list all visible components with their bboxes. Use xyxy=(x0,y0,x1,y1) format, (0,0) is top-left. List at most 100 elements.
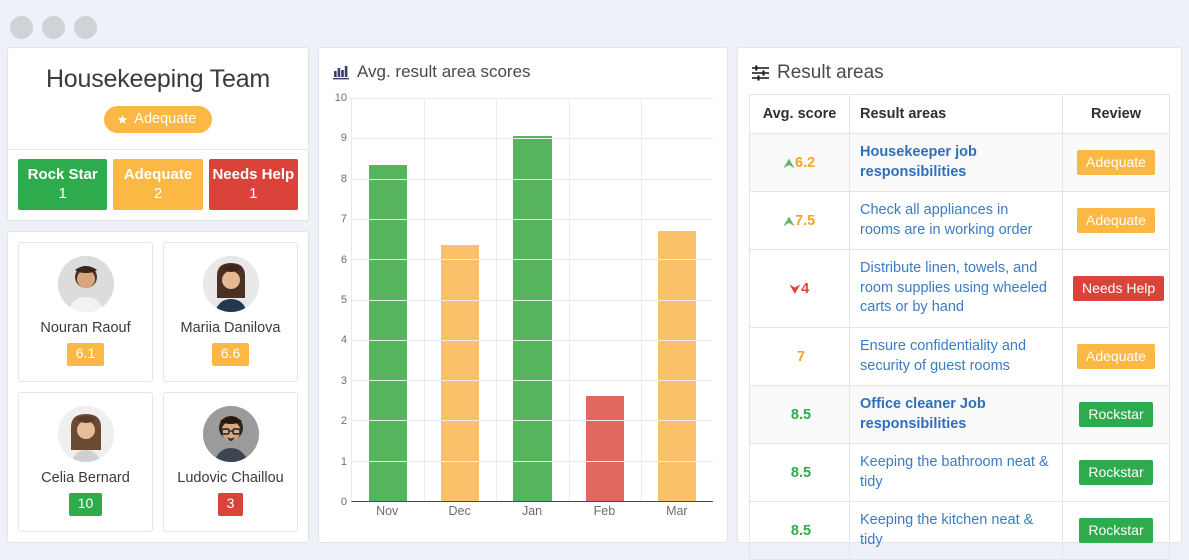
status-badge[interactable]: Adequate xyxy=(1077,344,1155,369)
y-axis-tick: 9 xyxy=(340,132,347,145)
result-area-link[interactable]: Office cleaner Job responsibilities xyxy=(860,395,1052,434)
score-value: 8.5 xyxy=(790,464,812,481)
table-row[interactable]: 8.5 Keeping the kitchen neat & tidy Rockst… xyxy=(749,501,1170,560)
result-areas-title: Result areas xyxy=(777,62,884,83)
avatar-photo-icon xyxy=(57,406,114,463)
score-value: 8.5 xyxy=(790,406,812,423)
stat-count: 2 xyxy=(153,184,163,202)
close-dot[interactable] xyxy=(10,16,33,39)
chevron-up-icon: ⮝ xyxy=(783,155,794,170)
chevron-up-icon: ⮝ xyxy=(783,213,794,228)
x-axis-tick: Nov xyxy=(376,504,399,518)
table-row[interactable]: 8.5 Keeping the bathroom neat & tidy Rocks… xyxy=(749,443,1170,503)
maximize-dot[interactable] xyxy=(74,16,97,39)
table-row[interactable]: ⮝ 7.5 Check all appliances in rooms are in… xyxy=(749,191,1170,251)
gridline-vertical xyxy=(640,98,642,501)
team-column: Housekeeping Team ★ Adequate Rock Star 1… xyxy=(7,47,309,543)
chart-bar[interactable] xyxy=(368,164,408,501)
result-area-score: ⮝ 7.5 xyxy=(749,191,850,251)
result-area-link[interactable]: Distribute linen, towels, and room suppl… xyxy=(860,259,1052,318)
gridline xyxy=(352,178,713,180)
member-card[interactable]: Celia Bernard 10 xyxy=(18,391,153,532)
chart-y-axis: 10 9 8 7 6 5 4 3 2 1 0 xyxy=(325,92,347,508)
status-badge[interactable]: Adequate xyxy=(1077,208,1155,234)
gridline xyxy=(352,138,713,140)
member-card[interactable]: Ludovic Chaillou 3 xyxy=(163,391,298,532)
table-row[interactable]: ⮟ 4 Distribute linen, towels, and room sup… xyxy=(749,249,1170,328)
status-badge[interactable]: Rockstar xyxy=(1079,402,1153,428)
result-area-link[interactable]: Check all appliances in rooms are in wor… xyxy=(860,201,1052,240)
y-axis-tick: 10 xyxy=(334,92,347,104)
stat-adequate[interactable]: Adequate 2 xyxy=(113,158,203,210)
y-axis-tick: 2 xyxy=(340,415,347,428)
stat-label: Adequate xyxy=(123,165,193,183)
result-area-name-cell: Distribute linen, towels, and room suppl… xyxy=(849,249,1063,328)
result-area-name-cell: Office cleaner Job responsibilities xyxy=(849,385,1063,445)
result-area-link[interactable]: Keeping the bathroom neat & tidy xyxy=(860,453,1052,492)
result-areas-tbody: ⮝ 6.2 Housekeeper job responsibilities Adeq… xyxy=(749,132,1170,560)
y-axis-tick: 8 xyxy=(340,172,347,185)
stat-count: 1 xyxy=(58,184,67,202)
member-name: Mariia Danilova xyxy=(180,320,281,337)
result-area-link[interactable]: Keeping the kitchen neat & tidy xyxy=(860,511,1052,550)
result-areas-panel: Result areas Avg. score Result areas Rev… xyxy=(737,47,1182,560)
table-row[interactable]: 7 Ensure confidentiality and security of … xyxy=(749,326,1170,387)
avatar-photo-icon xyxy=(202,406,259,463)
member-score: 6.1 xyxy=(66,343,105,366)
result-area-review-cell: Rockstar xyxy=(1062,443,1170,503)
result-area-name-cell: Keeping the kitchen neat & tidy xyxy=(849,501,1063,560)
column-header-result-areas[interactable]: Result areas xyxy=(849,94,1063,134)
y-axis-tick: 3 xyxy=(340,374,347,387)
gridline xyxy=(352,299,713,301)
gridline xyxy=(352,259,713,261)
result-area-link[interactable]: Housekeeper job responsibilities xyxy=(860,143,1052,182)
stat-label: Needs Help xyxy=(212,165,295,183)
table-row[interactable]: 8.5 Office cleaner Job responsibilities Ro… xyxy=(749,385,1170,445)
gridline xyxy=(352,460,713,462)
stat-rock-star[interactable]: Rock Star 1 xyxy=(18,158,108,210)
result-area-score: ⮟ 4 xyxy=(749,249,850,328)
member-card[interactable]: Nouran Raouf 6.1 xyxy=(18,241,153,382)
chart-area: 10 9 8 7 6 5 4 3 2 1 0 Nov Dec Jan Feb Mar xyxy=(319,92,727,522)
gridline xyxy=(352,98,713,99)
stat-needs-help[interactable]: Needs Help 1 xyxy=(208,158,298,210)
score-value: 6.2 xyxy=(795,154,816,171)
minimize-dot[interactable] xyxy=(42,16,65,39)
status-badge[interactable]: Adequate xyxy=(1077,150,1155,176)
member-score: 6.6 xyxy=(211,343,250,366)
table-row[interactable]: ⮝ 6.2 Housekeeper job responsibilities Adeq… xyxy=(749,132,1170,193)
chart-plot xyxy=(351,98,713,502)
status-badge[interactable]: Needs Help xyxy=(1073,276,1165,302)
stat-count: 1 xyxy=(249,184,258,202)
stat-label: Rock Star xyxy=(27,165,98,183)
column-header-avg-score[interactable]: Avg. score xyxy=(749,94,850,134)
x-axis-tick: Mar xyxy=(666,504,688,518)
team-members-card: Nouran Raouf 6.1 Mariia Danilova 6.6 Cel… xyxy=(7,230,309,543)
gridline-vertical xyxy=(424,98,426,501)
gridline xyxy=(352,218,713,220)
chevron-down-icon: ⮟ xyxy=(789,281,800,296)
result-area-score: 8.5 xyxy=(749,501,850,560)
result-area-review-cell: Adequate xyxy=(1062,326,1170,387)
result-area-name-cell: Keeping the bathroom neat & tidy xyxy=(849,443,1063,503)
chart-bar[interactable] xyxy=(441,245,480,501)
result-area-review-cell: Needs Help xyxy=(1062,249,1170,328)
chart-bar[interactable] xyxy=(585,396,624,501)
result-area-review-cell: Adequate xyxy=(1062,132,1170,193)
team-rating-label: Adequate xyxy=(134,111,197,127)
x-axis-tick: Feb xyxy=(593,504,616,518)
gridline xyxy=(352,380,713,382)
column-header-review[interactable]: Review xyxy=(1062,94,1170,134)
status-badge[interactable]: Rockstar xyxy=(1079,460,1153,486)
window-controls xyxy=(10,16,97,39)
team-rating-badge[interactable]: ★ Adequate xyxy=(103,106,213,133)
status-badge[interactable]: Rockstar xyxy=(1079,518,1153,544)
chart-bar[interactable] xyxy=(513,136,552,501)
team-summary-card: Housekeeping Team ★ Adequate Rock Star 1… xyxy=(7,47,309,221)
star-icon: ★ xyxy=(116,111,129,127)
chart-panel: Avg. result area scores 10 9 8 7 6 5 4 3 2 1 0 Nov… xyxy=(318,47,728,543)
result-area-link[interactable]: Ensure confidentiality and security of g… xyxy=(860,337,1052,376)
result-area-name-cell: Ensure confidentiality and security of g… xyxy=(849,326,1063,387)
x-axis-tick: Dec xyxy=(448,504,471,518)
member-card[interactable]: Mariia Danilova 6.6 xyxy=(163,241,298,382)
